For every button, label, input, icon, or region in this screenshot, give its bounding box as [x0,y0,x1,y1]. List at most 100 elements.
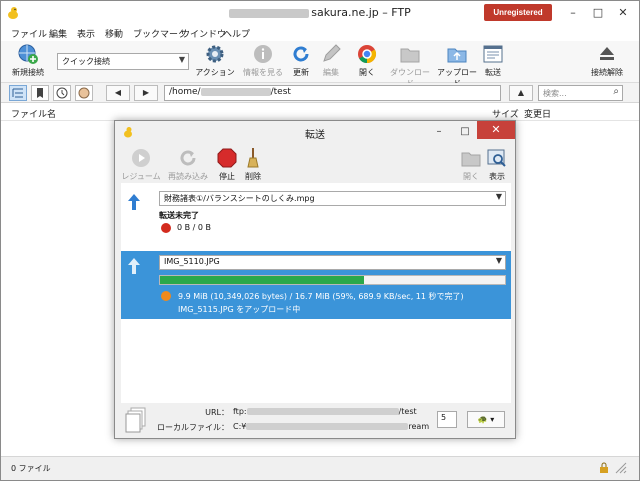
lock-icon [600,462,608,473]
activity-icon [615,462,627,474]
chevron-down-icon: ▼ [178,55,185,64]
clock-icon [56,87,68,99]
transfer-file-select[interactable]: 財務諸表①/バランスシートのしくみ.mpg ▼ [159,191,506,206]
show-label: 表示 [489,172,505,181]
edit-label: 編集 [323,68,339,77]
menu-view[interactable]: 表示 [77,27,95,40]
transfer-file-name: IMG_5110.JPG [164,257,220,266]
refresh-icon [293,46,309,62]
forward-button[interactable]: ▶ [134,85,158,101]
url-prefix: ftp: [233,407,247,416]
menu-edit[interactable]: 編集 [49,27,67,40]
transfer-progress-fill [160,276,364,284]
transfer-label: 転送 [485,68,501,77]
quick-connect-select[interactable]: クイック接続 ▼ [57,53,189,70]
local-blur-mask [246,423,409,430]
reload-button[interactable]: 再読み込み [165,147,211,182]
close-button[interactable]: ✕ [611,4,635,21]
delete-button[interactable]: 削除 [241,147,265,182]
folder-icon [461,152,481,167]
bookmarks-view-button[interactable] [31,85,49,101]
local-prefix: C:¥ [233,422,247,431]
dialog-open-label: 開く [463,172,479,181]
refresh-button[interactable]: 更新 [289,43,313,78]
status-text: 0 ファイル [11,464,51,473]
info-icon [254,45,272,63]
column-modified[interactable]: 変更日 [524,107,551,120]
new-connection-button[interactable]: 新規接続 [7,43,49,78]
delete-label: 削除 [245,172,261,181]
url-blur-mask [246,408,399,415]
url-label: URL： [205,408,229,417]
file-list-header: ファイル名 サイズ 変更日 [1,104,639,121]
maximize-button[interactable]: □ [586,4,610,21]
path-select[interactable]: /home/ /test [164,85,501,101]
title-bar: sakura.ne.jp – FTP Unregistered – □ ✕ [1,1,639,25]
menu-file[interactable]: ファイル [11,27,47,40]
show-button[interactable]: 表示 [485,147,509,182]
menu-go[interactable]: 移動 [105,27,123,40]
transfer-detail: IMG_5115.JPG をアップロード中 [178,305,301,314]
back-button[interactable]: ◀ [106,85,130,101]
stop-button[interactable]: 停止 [215,147,239,182]
column-name[interactable]: ファイル名 [11,107,56,120]
action-button[interactable]: アクション [193,43,237,78]
path-bar: ◀ ▶ /home/ /test ▲ 検索... ⌕ [1,83,639,103]
transfer-dialog-titlebar: 転送 – □ ✕ [115,121,515,143]
transfer-progress-bar [159,275,506,285]
url-value: ftp: /test [233,407,417,416]
resume-button[interactable]: レジューム [121,147,161,182]
download-folder-icon [400,48,420,63]
unregistered-badge[interactable]: Unregistered [484,4,552,21]
edit-button[interactable]: 編集 [319,43,343,78]
disconnect-button[interactable]: 接続解除 [585,43,629,78]
menu-window[interactable]: ウインドウ [181,27,226,40]
transfer-footer: URL： ftp: /test ローカルファイル： C:¥ ream 5 🐢 ▾ [115,403,515,437]
minimize-button[interactable]: – [561,4,585,21]
up-button[interactable]: ▲ [509,85,533,101]
search-input[interactable]: 検索... ⌕ [538,85,623,101]
local-file-label: ローカルファイル： [157,423,229,432]
list-tree-icon [12,88,23,98]
upload-arrow-icon [128,258,140,274]
open-button[interactable]: 開く [355,43,379,78]
upload-folder-icon [447,48,467,63]
new-connection-label: 新規接続 [12,68,44,77]
transfer-toolbar: レジューム 再読み込み 停止 削除 開く 表示 [115,145,515,183]
bandwidth-select[interactable]: 🐢 ▾ [467,411,505,428]
column-size[interactable]: サイズ [492,107,519,120]
bonjour-view-button[interactable] [75,85,93,101]
play-icon [132,149,150,167]
transfer-item[interactable]: 財務諸表①/バランスシートのしくみ.mpg ▼ 転送未完了 0 B / 0 B [121,187,511,247]
transfer-size: 0 B / 0 B [177,223,212,232]
bonjour-icon [78,87,90,99]
dialog-minimize-button[interactable]: – [427,123,451,140]
local-file-value: C:¥ ream [233,422,429,431]
transfer-file-select[interactable]: IMG_5110.JPG ▼ [159,255,506,270]
dialog-open-button[interactable]: 開く [459,147,483,182]
transfer-button[interactable]: 転送 [481,43,505,78]
chrome-icon [358,45,377,64]
browser-view-button[interactable] [9,85,27,101]
transfer-file-name: 財務諸表①/バランスシートのしくみ.mpg [164,194,315,203]
transfer-window-icon [483,45,503,63]
connections-stepper[interactable]: 5 [437,411,457,428]
bookmark-icon [37,88,43,98]
menu-help[interactable]: ヘルプ [223,27,250,40]
info-button[interactable]: 情報を見る [241,43,285,78]
dialog-close-button[interactable]: ✕ [477,121,515,139]
stop-sign-icon [217,148,237,168]
transfer-item-active[interactable]: IMG_5110.JPG ▼ 9.9 MiB (10,349,026 bytes… [121,251,511,319]
documents-icon [125,407,146,433]
history-view-button[interactable] [53,85,71,101]
stop-label: 停止 [219,172,235,181]
status-bar: 0 ファイル [1,456,639,480]
dialog-maximize-button[interactable]: □ [453,123,477,140]
gear-icon [206,45,224,63]
chevron-down-icon: ▼ [495,256,502,265]
refresh-label: 更新 [293,68,309,77]
open-label: 開く [359,68,375,77]
status-dot-icon [161,291,171,301]
transfer-info: 9.9 MiB (10,349,026 bytes) / 16.7 MiB (5… [178,292,464,301]
menu-bookmark[interactable]: ブックマーク [133,27,187,40]
